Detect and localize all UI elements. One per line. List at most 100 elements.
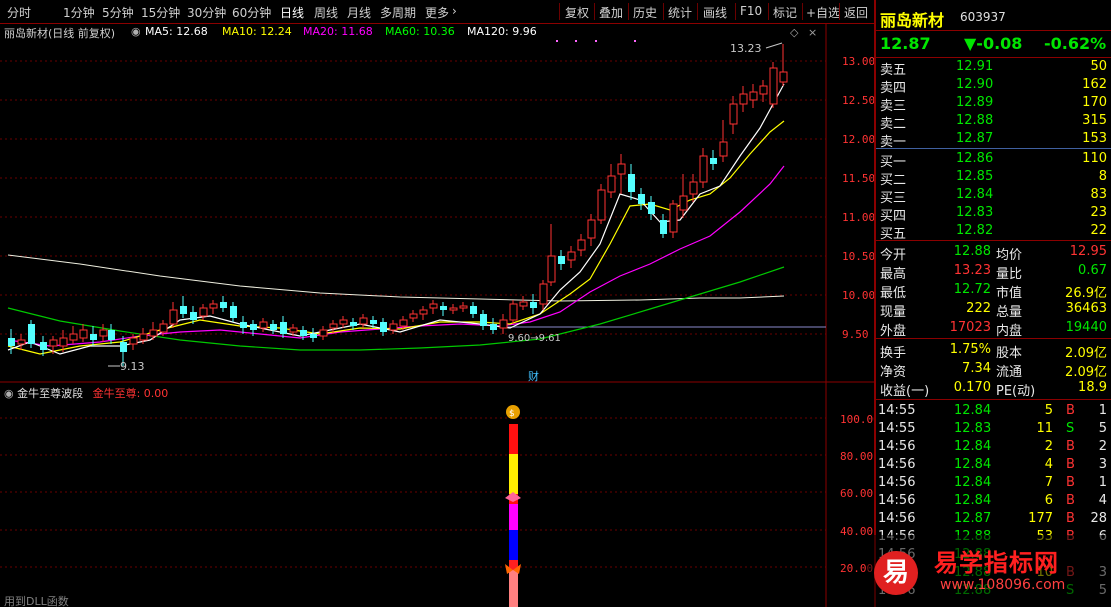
ask-volume: 50 — [1090, 59, 1107, 74]
candle-body — [230, 306, 237, 318]
price-tick: 13.00 — [842, 55, 876, 68]
tick-time: 14:55 — [878, 421, 916, 436]
stat-label: 股本 — [996, 346, 1023, 361]
candle-body — [779, 71, 788, 83]
tick-volume: 177 — [1028, 511, 1053, 526]
tick-volume: 5 — [1044, 403, 1053, 418]
bid-level: 买三 12.84 83 — [876, 186, 1111, 206]
ask-volume: 162 — [1082, 77, 1107, 92]
button-overlay[interactable]: 叠加 — [599, 4, 623, 21]
tab-monthly[interactable]: 月线 — [347, 4, 371, 21]
tick-price: 12.84 — [954, 475, 992, 490]
stat-row: 现量 222 总量 36463 — [876, 300, 1111, 320]
tab-more[interactable]: 更多 — [425, 4, 449, 21]
candle-body — [149, 329, 158, 337]
candle-body — [719, 141, 728, 157]
ask-level: 卖一 12.87 153 — [876, 130, 1111, 150]
stat-value: 19440 — [1065, 320, 1107, 335]
candle-body — [120, 342, 127, 352]
candle-body — [69, 333, 78, 341]
candle-body — [169, 309, 178, 325]
stat-value: 26.9亿 — [1065, 286, 1107, 301]
bid-level: 买四 12.83 23 — [876, 204, 1111, 224]
candle-body — [129, 337, 138, 345]
chart-close-icon: × — [808, 26, 817, 39]
indicator-tick: 60.00 — [840, 487, 874, 500]
tab-fenshi[interactable]: 分时 — [7, 4, 31, 21]
stat-value: 222 — [966, 301, 991, 316]
tab-weekly[interactable]: 周线 — [314, 4, 338, 21]
stat-label: 换手 — [880, 346, 907, 361]
tab-60min[interactable]: 60分钟 — [232, 4, 271, 21]
button-f10[interactable]: F10 — [740, 4, 762, 18]
tab-multi-period[interactable]: 多周期 — [380, 4, 416, 21]
button-back[interactable]: 返回 — [844, 4, 868, 21]
watermark-logo: 易 — [874, 551, 918, 595]
tick-side: B — [1066, 457, 1075, 472]
tick-volume: 2 — [1044, 439, 1053, 454]
bid-volume: 110 — [1082, 151, 1107, 166]
candle-body — [530, 302, 537, 308]
ma60-line — [7, 266, 785, 351]
tick-side: S — [1066, 421, 1075, 436]
tab-15min[interactable]: 15分钟 — [141, 4, 180, 21]
tick-count: 5 — [1098, 421, 1107, 436]
stat-row: 外盘 17023 内盘 19440 — [876, 319, 1111, 339]
quote-panel: 丽岛新材 603937 12.87 ▼-0.08 -0.62% 卖五 12.91 5… — [874, 0, 1111, 607]
stat-value: 0.67 — [1078, 263, 1107, 278]
ask-price: 12.91 — [956, 59, 994, 74]
candle-body — [389, 323, 398, 331]
candle-body — [509, 303, 518, 321]
stat-value: 2.09亿 — [1065, 365, 1107, 380]
tick-side: B — [1066, 475, 1075, 490]
candlestick-series — [8, 44, 788, 366]
button-mark[interactable]: 标记 — [773, 4, 797, 21]
fundamental-row: 净资 7.34 流通 2.09亿 — [876, 360, 1111, 380]
candle-body — [380, 322, 387, 332]
candle-body — [220, 302, 227, 308]
price-tick: 11.00 — [842, 211, 876, 224]
watermark-url: www.108096.com — [940, 577, 1066, 593]
ask-level: 卖四 12.90 162 — [876, 76, 1111, 96]
price-tick: 11.50 — [842, 172, 876, 185]
candle-body — [440, 306, 447, 310]
candle-body — [519, 301, 528, 307]
button-statistics[interactable]: 统计 — [668, 4, 692, 21]
stat-label: 量比 — [996, 267, 1023, 282]
candle-body — [617, 163, 626, 175]
price-tick: 12.00 — [842, 133, 876, 146]
indicator-chart[interactable]: $ — [0, 384, 874, 607]
price-tick: 12.50 — [842, 94, 876, 107]
stat-value: 12.95 — [1069, 244, 1107, 259]
more-chevron-icon[interactable]: › — [452, 4, 457, 18]
last-price: 12.87 — [880, 34, 931, 53]
button-add-watchlist[interactable]: +自选 — [806, 4, 840, 21]
stat-value: 12.88 — [953, 244, 991, 259]
button-history[interactable]: 历史 — [633, 4, 657, 21]
candle-body — [597, 189, 606, 221]
button-draw[interactable]: 画线 — [703, 4, 727, 21]
stat-label: 最低 — [880, 286, 907, 301]
candle-body — [190, 312, 197, 320]
bid-price: 12.82 — [956, 223, 994, 238]
stat-label: 净资 — [880, 365, 907, 380]
tab-5min[interactable]: 5分钟 — [102, 4, 134, 21]
candle-body — [558, 256, 565, 264]
tick-count: 3 — [1098, 457, 1107, 472]
stat-value: 18.9 — [1078, 380, 1107, 395]
stat-value: 2.09亿 — [1065, 346, 1107, 361]
candle-body — [8, 338, 15, 346]
tick-time: 14:56 — [878, 439, 916, 454]
tab-1min[interactable]: 1分钟 — [63, 4, 95, 21]
tab-daily[interactable]: 日线 — [280, 4, 304, 21]
kline-chart[interactable]: 9.13 13.23 9.60→9.61 财 ◇ × — [0, 24, 874, 384]
dll-status: 用到DLL函数 — [4, 595, 69, 607]
tab-30min[interactable]: 30分钟 — [187, 4, 226, 21]
candle-body — [180, 306, 187, 314]
watermark: 易 易学指标网 www.108096.com — [866, 535, 1111, 607]
button-fuquan[interactable]: 复权 — [565, 4, 589, 21]
ask-level: 卖二 12.88 315 — [876, 112, 1111, 132]
candle-body — [759, 85, 768, 95]
candle-body — [470, 306, 477, 314]
bid-price: 12.84 — [956, 187, 994, 202]
